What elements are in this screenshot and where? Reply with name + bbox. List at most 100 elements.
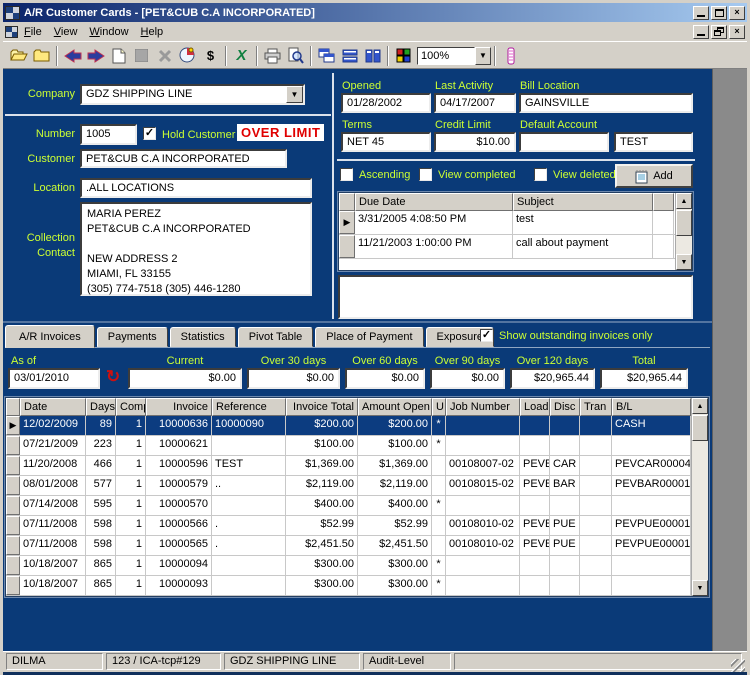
aging-current-link[interactable]: Current [128, 355, 242, 367]
aging-over90-link[interactable]: Over 90 days [430, 355, 505, 367]
aging-over30-link[interactable]: Over 30 days [247, 355, 340, 367]
credit-limit-field[interactable]: $10.00 [434, 132, 516, 152]
show-outstanding-checkbox[interactable]: ✓ [480, 329, 493, 342]
tile-vertical-button[interactable] [361, 45, 384, 67]
scroll-up-icon[interactable]: ▲ [692, 398, 708, 414]
save-button[interactable] [130, 45, 153, 67]
column-header-load[interactable]: Load [520, 398, 550, 416]
tab-statistics[interactable]: Statistics [170, 327, 236, 347]
aging-over60-link[interactable]: Over 60 days [345, 355, 425, 367]
delete-button[interactable] [153, 45, 176, 67]
location-field[interactable]: .ALL LOCATIONS [80, 178, 312, 198]
default-account-field-2[interactable]: TEST [614, 132, 693, 152]
table-row[interactable]: 10/18/2007865110000094$300.00$300.00* [6, 556, 691, 576]
scrollbar-thumb[interactable] [676, 210, 692, 236]
zoom-combo[interactable]: 100% ▼ [417, 47, 491, 65]
aging-over120-link[interactable]: Over 120 days [510, 355, 595, 367]
zoom-value[interactable]: 100% [417, 47, 475, 65]
column-header-due-date[interactable]: Due Date [355, 193, 513, 211]
resize-grip[interactable] [731, 659, 745, 673]
ruler-tool-button[interactable] [499, 45, 522, 67]
row-selector[interactable] [6, 476, 20, 495]
scroll-up-icon[interactable]: ▲ [676, 193, 692, 209]
row-selected-arrow-icon[interactable]: ▶ [6, 416, 20, 435]
column-header-days[interactable]: Days [86, 398, 116, 416]
column-header-date[interactable]: Date [20, 398, 86, 416]
next-record-button[interactable] [84, 45, 107, 67]
tile-horizontal-button[interactable] [338, 45, 361, 67]
tab-pivot-table[interactable]: Pivot Table [238, 327, 314, 347]
scroll-down-icon[interactable]: ▼ [692, 580, 708, 596]
tab-payments[interactable]: Payments [97, 327, 168, 347]
column-header-b-l[interactable]: B/L [612, 398, 691, 416]
table-row[interactable]: 07/14/2008595110000570$400.00$400.00* [6, 496, 691, 516]
view-deleted-checkbox[interactable] [534, 168, 547, 181]
print-button[interactable] [261, 45, 284, 67]
opened-field[interactable]: 01/28/2002 [341, 93, 431, 113]
default-account-field-1[interactable] [519, 132, 609, 152]
tab-place-of-payment[interactable]: Place of Payment [315, 327, 423, 347]
column-header-subject[interactable]: Subject [513, 193, 653, 211]
column-header-u[interactable]: U [432, 398, 446, 416]
bill-location-field[interactable]: GAINSVILLE [519, 93, 693, 113]
row-selector[interactable] [6, 516, 20, 535]
note-detail-field[interactable] [338, 275, 693, 319]
close-button[interactable]: × [729, 6, 745, 20]
row-selector[interactable] [6, 496, 20, 515]
open-button[interactable] [7, 45, 30, 67]
column-header-reference[interactable]: Reference [212, 398, 286, 416]
hold-customer-checkbox[interactable]: ✓ [143, 127, 156, 140]
mdi-close-button[interactable]: × [729, 25, 745, 39]
scrollbar-thumb[interactable] [692, 415, 708, 441]
mdi-minimize-button[interactable] [693, 25, 709, 39]
terms-field[interactable]: NET 45 [341, 132, 431, 152]
column-header-invoice[interactable]: Invoice [146, 398, 212, 416]
table-row[interactable]: 07/11/2008598110000565.$2,451.50$2,451.5… [6, 536, 691, 556]
company-combobox[interactable]: GDZ SHIPPING LINE ▼ [80, 84, 305, 105]
menu-file[interactable]: File [18, 24, 48, 40]
row-selector[interactable] [6, 456, 20, 475]
new-record-button[interactable] [107, 45, 130, 67]
notes-vertical-scrollbar[interactable]: ▲ ▼ [675, 193, 692, 270]
as-of-date-field[interactable]: 03/01/2010 [8, 368, 100, 389]
scroll-down-icon[interactable]: ▼ [676, 254, 692, 270]
column-header-amount-open[interactable]: Amount Open [358, 398, 432, 416]
collection-contact-field[interactable]: MARIA PEREZ PET&CUB C.A INCORPORATED NEW… [80, 202, 312, 296]
folder-button[interactable] [30, 45, 53, 67]
row-selector[interactable] [6, 576, 20, 595]
last-activity-field[interactable]: 04/17/2007 [434, 93, 516, 113]
row-selector[interactable] [6, 556, 20, 575]
export-excel-button[interactable]: X [230, 45, 253, 67]
currency-button[interactable]: $ [199, 45, 222, 67]
row-selector[interactable] [6, 536, 20, 555]
table-row[interactable]: 07/11/2008598110000566.$52.99$52.9900108… [6, 516, 691, 536]
column-header-tran[interactable]: Tran [580, 398, 612, 416]
combo-dropdown-arrow-icon[interactable]: ▼ [286, 86, 303, 103]
refresh-aging-icon[interactable]: ↻ [106, 367, 120, 387]
maximize-button[interactable] [711, 6, 727, 20]
table-row[interactable]: 11/21/2003 1:00:00 PMcall about payment [339, 235, 675, 259]
minimize-button[interactable] [693, 6, 709, 20]
invoices-vertical-scrollbar[interactable]: ▲ ▼ [691, 398, 708, 596]
mdi-restore-button[interactable] [711, 25, 727, 39]
tab-ar-invoices[interactable]: A/R Invoices [5, 325, 95, 348]
table-row[interactable]: ▶3/31/2005 4:08:50 PMtest [339, 211, 675, 235]
zoom-dropdown-arrow-icon[interactable]: ▼ [475, 47, 491, 65]
menu-window[interactable]: Window [83, 24, 134, 40]
table-row[interactable]: ▶12/02/20098911000063610000090$200.00$20… [6, 416, 691, 436]
column-header-invoice-total[interactable]: Invoice Total [286, 398, 358, 416]
previous-record-button[interactable] [61, 45, 84, 67]
table-row[interactable]: 10/18/2007865110000093$300.00$300.00* [6, 576, 691, 596]
add-note-button[interactable]: Add [615, 164, 693, 188]
view-completed-checkbox[interactable] [419, 168, 432, 181]
globe-button[interactable] [176, 45, 199, 67]
row-selector[interactable] [339, 235, 355, 258]
aging-total-link[interactable]: Total [600, 355, 688, 367]
customer-field[interactable]: PET&CUB C.A INCORPORATED [80, 149, 287, 168]
print-preview-button[interactable] [284, 45, 307, 67]
table-row[interactable]: 07/21/2009223110000621$100.00$100.00* [6, 436, 691, 456]
table-row[interactable]: 11/20/2008466110000596TEST$1,369.00$1,36… [6, 456, 691, 476]
row-selected-arrow-icon[interactable]: ▶ [339, 211, 355, 234]
cascade-windows-button[interactable] [315, 45, 338, 67]
color-grid-button[interactable] [392, 45, 415, 67]
